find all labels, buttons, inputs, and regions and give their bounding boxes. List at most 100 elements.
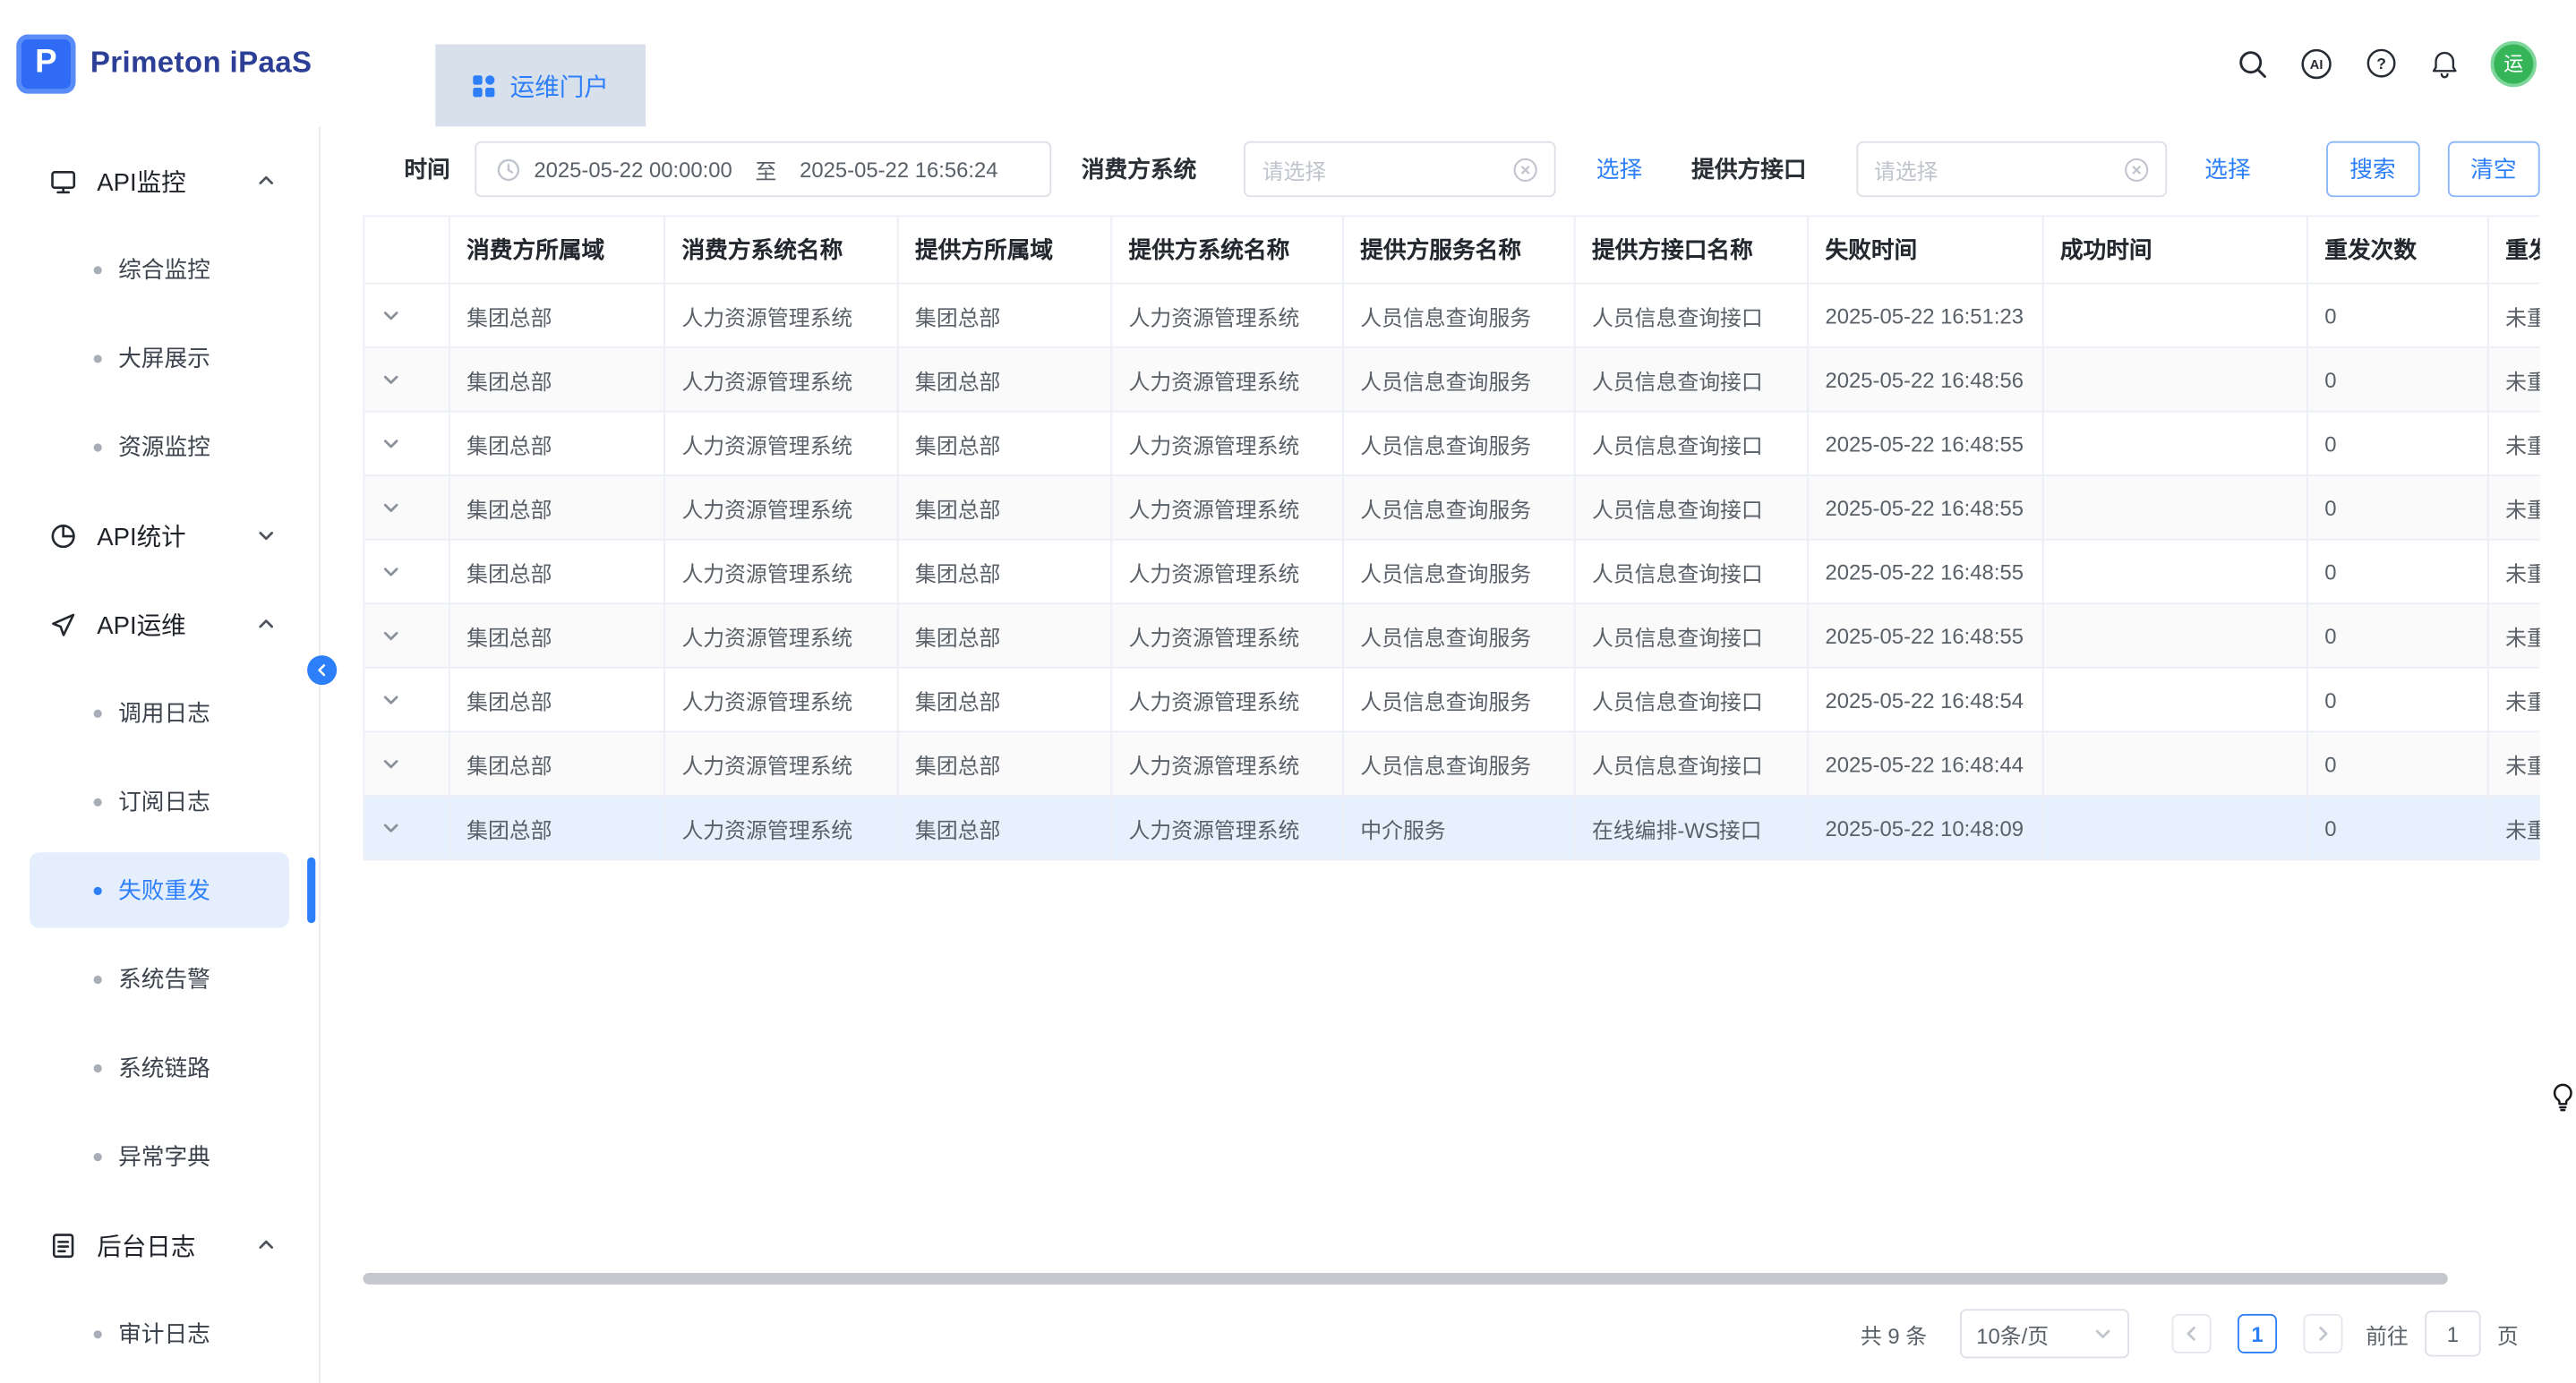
sidebar-item-exception-dictionary[interactable]: 异常字典	[0, 1112, 319, 1200]
sidebar-group-api-monitoring[interactable]: API监控	[0, 136, 319, 225]
help-icon[interactable]: ?	[2362, 45, 2398, 81]
sidebar-group-api-statistics[interactable]: API统计	[0, 491, 319, 580]
table-cell: 2025-05-22 16:48:55	[1808, 412, 2042, 476]
expand-row-icon[interactable]	[364, 475, 449, 540]
user-avatar[interactable]: 运	[2491, 40, 2537, 86]
tab-ops-portal[interactable]: 运维门户	[435, 45, 646, 127]
table-cell	[2043, 347, 2307, 412]
table-cell	[2043, 412, 2307, 476]
column-header: 消费方系统名称	[664, 216, 898, 283]
table-row[interactable]: 集团总部人力资源管理系统集团总部人力资源管理系统人员信息查询服务人员信息查询接口…	[364, 475, 2539, 540]
sidebar-item-subscription-logs[interactable]: 订阅日志	[0, 757, 319, 846]
page-suffix-label: 页	[2497, 1318, 2519, 1349]
bullet-dot-icon	[94, 442, 102, 450]
table-cell: 人员信息查询接口	[1575, 731, 1809, 796]
expand-row-icon[interactable]	[364, 284, 449, 348]
page-size-select[interactable]: 10条/页	[1960, 1309, 2129, 1358]
goto-page-input[interactable]	[2425, 1310, 2480, 1356]
column-header: 重发次数	[2307, 216, 2488, 283]
sidebar-item-resource-monitoring[interactable]: 资源监控	[0, 403, 319, 491]
table-row[interactable]: 集团总部人力资源管理系统集团总部人力资源管理系统人员信息查询服务人员信息查询接口…	[364, 603, 2539, 668]
consumer-system-input[interactable]: 请选择	[1244, 141, 1554, 197]
column-header: 重发状态	[2488, 216, 2540, 283]
clear-button[interactable]: 清空	[2447, 141, 2540, 197]
prev-page-button[interactable]	[2172, 1314, 2212, 1353]
table-cell: 人力资源管理系统	[1111, 731, 1343, 796]
date-start-value: 2025-05-22 00:00:00	[534, 157, 732, 182]
sidebar-item-system-links[interactable]: 系统链路	[0, 1023, 319, 1112]
search-button[interactable]: 搜索	[2326, 141, 2419, 197]
search-icon[interactable]	[2234, 45, 2270, 81]
sidebar-item-failure-resend[interactable]: 失败重发	[30, 852, 289, 927]
sidebar-item-label: 失败重发	[118, 874, 210, 907]
chevron-up-icon	[256, 171, 276, 191]
date-range-input[interactable]: 2025-05-22 00:00:00 至 2025-05-22 16:56:2…	[475, 141, 1052, 197]
sidebar: API监控 综合监控 大屏展示 资源监控 API统计 API运维	[0, 126, 321, 1383]
sidebar-item-big-screen-display[interactable]: 大屏展示	[0, 313, 319, 402]
notification-bell-icon[interactable]	[2426, 45, 2462, 81]
clear-icon[interactable]	[2124, 157, 2149, 182]
date-separator: 至	[756, 154, 777, 185]
horizontal-scrollbar-thumb[interactable]	[363, 1273, 2447, 1285]
expand-row-icon[interactable]	[364, 347, 449, 412]
sidebar-item-system-alerts[interactable]: 系统告警	[0, 935, 319, 1023]
sidebar-nav: API监控 综合监控 大屏展示 资源监控 API统计 API运维	[0, 136, 319, 1378]
results-table-container: 消费方所属域消费方系统名称提供方所属域提供方系统名称提供方服务名称提供方接口名称…	[363, 215, 2539, 860]
table-cell	[2043, 668, 2307, 732]
bullet-dot-icon	[94, 886, 102, 894]
next-page-button[interactable]	[2303, 1314, 2342, 1353]
table-cell: 人员信息查询服务	[1343, 603, 1575, 668]
table-row[interactable]: 集团总部人力资源管理系统集团总部人力资源管理系统人员信息查询服务人员信息查询接口…	[364, 412, 2539, 476]
table-row[interactable]: 集团总部人力资源管理系统集团总部人力资源管理系统人员信息查询服务人员信息查询接口…	[364, 668, 2539, 732]
table-cell: 未重发	[2488, 475, 2540, 540]
table-cell: 人员信息查询接口	[1575, 475, 1809, 540]
table-cell: 集团总部	[898, 668, 1112, 732]
table-cell: 集团总部	[898, 412, 1112, 476]
table-cell: 集团总部	[898, 731, 1112, 796]
sidebar-item-label: 大屏展示	[118, 342, 210, 375]
lightbulb-widget-icon[interactable]	[2543, 1078, 2576, 1117]
sidebar-item-comprehensive-monitoring[interactable]: 综合监控	[0, 225, 319, 313]
table-cell: 0	[2307, 603, 2488, 668]
table-cell: 人员信息查询接口	[1575, 540, 1809, 604]
column-header: 提供方所属域	[898, 216, 1112, 283]
monitor-icon	[49, 166, 77, 194]
expand-row-icon[interactable]	[364, 540, 449, 604]
chevron-down-icon	[256, 525, 276, 545]
chevron-up-icon	[256, 1235, 276, 1255]
table-cell: 集团总部	[898, 475, 1112, 540]
expand-row-icon[interactable]	[364, 412, 449, 476]
table-row[interactable]: 集团总部人力资源管理系统集团总部人力资源管理系统中介服务在线编排-WS接口202…	[364, 796, 2539, 860]
consumer-select-link[interactable]: 选择	[1596, 153, 1642, 186]
sidebar-item-call-logs[interactable]: 调用日志	[0, 669, 319, 757]
table-cell: 人力资源管理系统	[1111, 347, 1343, 412]
table-cell: 人力资源管理系统	[664, 603, 898, 668]
table-cell: 人力资源管理系统	[1111, 603, 1343, 668]
sidebar-item-audit-logs[interactable]: 审计日志	[0, 1289, 319, 1378]
expand-row-icon[interactable]	[364, 731, 449, 796]
expand-row-icon[interactable]	[364, 668, 449, 732]
ai-assistant-icon[interactable]: AI	[2298, 45, 2334, 81]
doc-icon	[49, 1231, 77, 1259]
brand-name: Primeton iPaaS	[90, 46, 312, 81]
current-page-button[interactable]: 1	[2238, 1314, 2277, 1353]
expand-row-icon[interactable]	[364, 603, 449, 668]
table-cell: 2025-05-22 16:48:55	[1808, 475, 2042, 540]
table-cell: 人员信息查询接口	[1575, 284, 1809, 348]
table-cell: 人力资源管理系统	[664, 540, 898, 604]
table-row[interactable]: 集团总部人力资源管理系统集团总部人力资源管理系统人员信息查询服务人员信息查询接口…	[364, 284, 2539, 348]
sidebar-collapse-toggle[interactable]	[307, 655, 337, 685]
provider-interface-input[interactable]: 请选择	[1856, 141, 2167, 197]
table-cell: 未重发	[2488, 347, 2540, 412]
table-cell: 集团总部	[449, 347, 664, 412]
sidebar-group-backend-logs[interactable]: 后台日志	[0, 1200, 319, 1289]
sidebar-group-api-operations[interactable]: API运维	[0, 580, 319, 669]
table-row[interactable]: 集团总部人力资源管理系统集团总部人力资源管理系统人员信息查询服务人员信息查询接口…	[364, 347, 2539, 412]
table-cell: 人力资源管理系统	[664, 668, 898, 732]
table-row[interactable]: 集团总部人力资源管理系统集团总部人力资源管理系统人员信息查询服务人员信息查询接口…	[364, 731, 2539, 796]
table-row[interactable]: 集团总部人力资源管理系统集团总部人力资源管理系统人员信息查询服务人员信息查询接口…	[364, 540, 2539, 604]
expand-row-icon[interactable]	[364, 796, 449, 860]
provider-select-link[interactable]: 选择	[2204, 153, 2250, 186]
clear-icon[interactable]	[1512, 157, 1537, 182]
table-cell: 未重发	[2488, 284, 2540, 348]
